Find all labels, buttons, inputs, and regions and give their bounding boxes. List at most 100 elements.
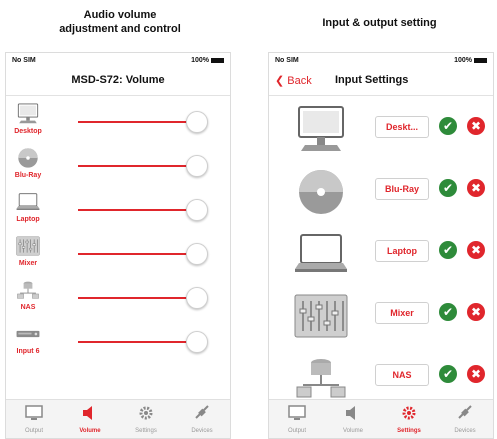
disc-icon bbox=[293, 167, 349, 217]
tab-volume[interactable]: Volume bbox=[325, 400, 381, 438]
volume-slider-track[interactable] bbox=[78, 209, 196, 211]
input-row: Deskt... ✔ ✖ bbox=[269, 101, 493, 167]
back-button[interactable]: ❮ Back bbox=[275, 74, 312, 87]
device-box-icon bbox=[14, 323, 42, 345]
status-bar: No SIM 100% bbox=[269, 53, 493, 67]
input-name-field[interactable]: Blu-Ray bbox=[375, 178, 429, 200]
laptop-icon bbox=[14, 191, 42, 213]
volume-slider-track[interactable] bbox=[78, 297, 196, 299]
close-icon: ✖ bbox=[470, 119, 482, 133]
device-label: Mixer bbox=[18, 260, 38, 267]
volume-slider-track[interactable] bbox=[78, 253, 196, 255]
volume-slider-handle[interactable] bbox=[186, 155, 208, 177]
gear-icon bbox=[400, 405, 418, 421]
tab-label: Settings bbox=[135, 428, 157, 434]
device-label: Desktop bbox=[14, 128, 42, 135]
close-icon: ✖ bbox=[470, 243, 482, 257]
speaker-icon bbox=[81, 405, 99, 421]
volume-row: Desktop bbox=[6, 101, 230, 147]
desktop-icon bbox=[293, 105, 349, 155]
tab-settings[interactable]: Settings bbox=[381, 400, 437, 438]
tab-bar: Output Volume Settings Devices bbox=[269, 399, 493, 438]
carrier-label: No SIM bbox=[12, 57, 36, 64]
mixer-icon bbox=[293, 291, 349, 341]
cancel-button[interactable]: ✖ bbox=[467, 241, 485, 259]
volume-slider-handle[interactable] bbox=[186, 331, 208, 353]
battery-percent: 100% bbox=[454, 57, 472, 64]
check-icon: ✔ bbox=[442, 243, 454, 257]
check-icon: ✔ bbox=[442, 119, 454, 133]
back-label: Back bbox=[287, 75, 312, 87]
device-label: NAS bbox=[20, 304, 36, 311]
volume-slider-handle[interactable] bbox=[186, 111, 208, 133]
volume-slider-track[interactable] bbox=[78, 341, 196, 343]
battery-icon bbox=[474, 57, 487, 63]
navigation-bar: MSD-S72: Volume bbox=[6, 67, 230, 96]
device-label: Input 6 bbox=[16, 348, 40, 355]
plug-icon bbox=[193, 405, 211, 421]
cancel-button[interactable]: ✖ bbox=[467, 179, 485, 197]
volume-row: Input 6 bbox=[6, 321, 230, 367]
disc-icon bbox=[14, 147, 42, 169]
check-icon: ✔ bbox=[442, 181, 454, 195]
carrier-label: No SIM bbox=[275, 57, 299, 64]
tab-devices[interactable]: Devices bbox=[174, 400, 230, 438]
close-icon: ✖ bbox=[470, 181, 482, 195]
confirm-button[interactable]: ✔ bbox=[439, 117, 457, 135]
laptop-icon bbox=[293, 229, 349, 279]
volume-slider-handle[interactable] bbox=[186, 287, 208, 309]
phone-input-settings-screen: No SIM 100% ❮ Back Input Settings Deskt.… bbox=[268, 52, 494, 439]
tab-settings[interactable]: Settings bbox=[118, 400, 174, 438]
phone-volume-screen: No SIM 100% MSD-S72: Volume Desktop Blu-R… bbox=[5, 52, 231, 439]
tab-devices[interactable]: Devices bbox=[437, 400, 493, 438]
speaker-icon bbox=[344, 405, 362, 421]
page-title: Input Settings bbox=[335, 74, 409, 86]
close-icon: ✖ bbox=[470, 367, 482, 381]
confirm-button[interactable]: ✔ bbox=[439, 241, 457, 259]
caption-volume: Audio volume adjustment and control bbox=[59, 9, 181, 35]
mixer-icon bbox=[14, 235, 42, 257]
tab-label: Volume bbox=[79, 428, 101, 434]
input-name-field[interactable]: Laptop bbox=[375, 240, 429, 262]
cancel-button[interactable]: ✖ bbox=[467, 365, 485, 383]
plug-icon bbox=[456, 405, 474, 421]
input-row: Blu-Ray ✔ ✖ bbox=[269, 163, 493, 229]
input-name-field[interactable]: NAS bbox=[375, 364, 429, 386]
input-name-field[interactable]: Mixer bbox=[375, 302, 429, 324]
volume-row: NAS bbox=[6, 277, 230, 323]
close-icon: ✖ bbox=[470, 305, 482, 319]
volume-row: Blu-Ray bbox=[6, 145, 230, 191]
volume-slider-handle[interactable] bbox=[186, 199, 208, 221]
confirm-button[interactable]: ✔ bbox=[439, 365, 457, 383]
device-label: Blu-Ray bbox=[14, 172, 42, 179]
gear-icon bbox=[137, 405, 155, 421]
page-title: MSD-S72: Volume bbox=[71, 74, 165, 86]
confirm-button[interactable]: ✔ bbox=[439, 179, 457, 197]
tab-label: Devices bbox=[454, 428, 476, 434]
cancel-button[interactable]: ✖ bbox=[467, 303, 485, 321]
volume-slider-track[interactable] bbox=[78, 165, 196, 167]
tab-volume[interactable]: Volume bbox=[62, 400, 118, 438]
tab-bar: Output Volume Settings Devices bbox=[6, 399, 230, 438]
input-row: Laptop ✔ ✖ bbox=[269, 225, 493, 291]
check-icon: ✔ bbox=[442, 305, 454, 319]
confirm-button[interactable]: ✔ bbox=[439, 303, 457, 321]
tab-label: Settings bbox=[397, 428, 421, 434]
navigation-bar: ❮ Back Input Settings bbox=[269, 67, 493, 96]
cancel-button[interactable]: ✖ bbox=[467, 117, 485, 135]
volume-slider-handle[interactable] bbox=[186, 243, 208, 265]
status-bar: No SIM 100% bbox=[6, 53, 230, 67]
volume-row: Laptop bbox=[6, 189, 230, 235]
tab-output[interactable]: Output bbox=[6, 400, 62, 438]
monitor-icon bbox=[25, 405, 43, 421]
nas-icon bbox=[14, 279, 42, 301]
caption-input-output: Input & output setting bbox=[322, 17, 437, 29]
volume-slider-track[interactable] bbox=[78, 121, 196, 123]
tab-label: Output bbox=[287, 428, 306, 434]
tab-label: Output bbox=[24, 428, 43, 434]
volume-row: Mixer bbox=[6, 233, 230, 279]
device-label: Laptop bbox=[16, 216, 40, 223]
nas-icon bbox=[293, 353, 349, 403]
tab-output[interactable]: Output bbox=[269, 400, 325, 438]
input-name-field[interactable]: Deskt... bbox=[375, 116, 429, 138]
